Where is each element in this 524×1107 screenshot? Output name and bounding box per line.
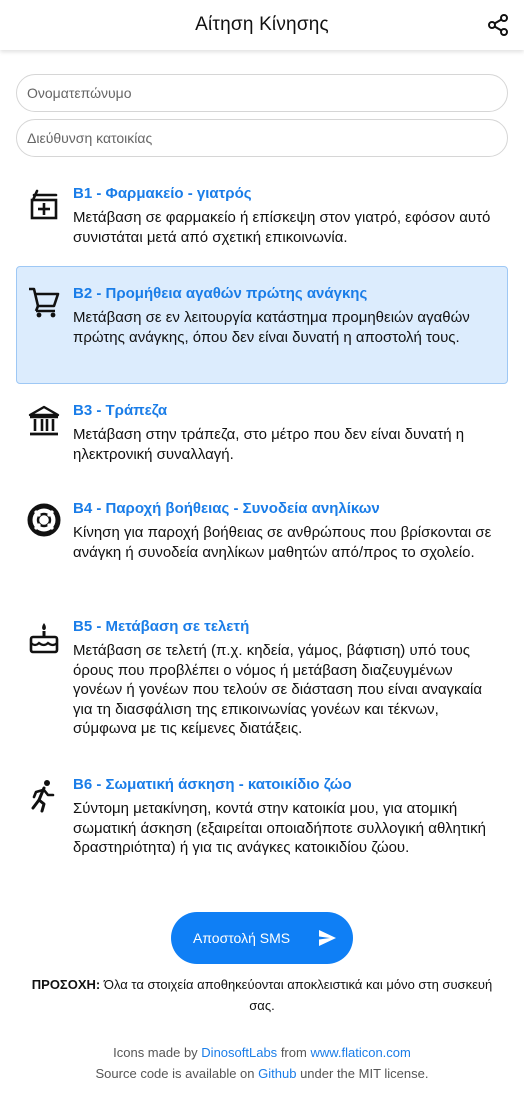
app-header: Αίτηση Κίνησης	[0, 0, 524, 50]
lifebuoy-icon	[26, 502, 62, 538]
option-title: B3 - Τράπεζα	[73, 402, 168, 419]
running-person-icon	[26, 778, 62, 814]
icons-credit-from: from	[280, 1045, 307, 1060]
option-description: Σύντομη μετακίνηση, κοντά στην κατοικία …	[73, 800, 486, 856]
option-b3[interactable]: B3 - Τράπεζα Μετάβαση στην τράπεζα, στο …	[16, 398, 508, 468]
option-title: B5 - Μετάβαση σε τελετή	[73, 618, 250, 635]
dinosoftlabs-link[interactable]: DinosoftLabs	[201, 1045, 277, 1060]
full-name-input[interactable]	[16, 74, 508, 112]
credits: Icons made by DinosoftLabs from www.flat…	[0, 1042, 524, 1084]
option-description: Μετάβαση σε εν λειτουργία κατάστημα προμ…	[73, 309, 470, 346]
warning-prefix: ΠΡΟΣΟΧΗ:	[31, 977, 101, 992]
privacy-warning: ΠΡΟΣΟΧΗ: Όλα τα στοιχεία αποθηκεύονται α…	[30, 974, 494, 1016]
icons-credit-line: Icons made by DinosoftLabs from www.flat…	[0, 1042, 524, 1063]
github-link[interactable]: Github	[258, 1066, 296, 1081]
source-credit-line: Source code is available on Github under…	[0, 1063, 524, 1084]
send-icon	[317, 928, 337, 948]
option-b6[interactable]: B6 - Σωματική άσκηση - κατοικίδιο ζώο Σύ…	[16, 772, 508, 882]
send-sms-button[interactable]: Αποστολή SMS	[171, 912, 353, 964]
option-title: B6 - Σωματική άσκηση - κατοικίδιο ζώο	[73, 776, 352, 793]
share-icon[interactable]	[486, 13, 510, 37]
flaticon-link[interactable]: www.flaticon.com	[310, 1045, 410, 1060]
icons-credit-prefix: Icons made by	[113, 1045, 198, 1060]
bank-icon	[26, 404, 62, 440]
cake-icon	[26, 620, 62, 656]
option-description: Μετάβαση σε τελετή (π.χ. κηδεία, γάμος, …	[73, 642, 483, 737]
option-b4[interactable]: B4 - Παροχή βοήθειας - Συνοδεία ανηλίκων…	[16, 496, 508, 586]
source-credit-suffix: under the MIT license.	[300, 1066, 429, 1081]
shopping-cart-icon	[26, 283, 62, 319]
address-input[interactable]	[16, 119, 508, 157]
pharmacy-icon	[26, 187, 62, 223]
warning-text: Όλα τα στοιχεία αποθηκεύονται αποκλειστι…	[103, 977, 493, 1013]
option-b1[interactable]: B1 - Φαρμακείο - γιατρός Μετάβαση σε φαρ…	[16, 181, 508, 251]
page-title: Αίτηση Κίνησης	[195, 14, 329, 35]
option-title: B4 - Παροχή βοήθειας - Συνοδεία ανηλίκων	[73, 500, 380, 517]
option-description: Μετάβαση σε φαρμακείο ή επίσκεψη στον γι…	[73, 209, 491, 246]
option-b2[interactable]: B2 - Προμήθεια αγαθών πρώτης ανάγκης Μετ…	[16, 266, 508, 384]
send-sms-label: Αποστολή SMS	[193, 930, 291, 946]
source-credit-prefix: Source code is available on	[95, 1066, 255, 1081]
option-title: B1 - Φαρμακείο - γιατρός	[73, 185, 252, 202]
option-title: B2 - Προμήθεια αγαθών πρώτης ανάγκης	[73, 285, 368, 302]
option-description: Μετάβαση στην τράπεζα, στο μέτρο που δεν…	[73, 426, 465, 463]
option-description: Κίνηση για παροχή βοήθειας σε ανθρώπους …	[73, 524, 492, 561]
option-b5[interactable]: B5 - Μετάβαση σε τελετή Μετάβαση σε τελε…	[16, 614, 508, 744]
